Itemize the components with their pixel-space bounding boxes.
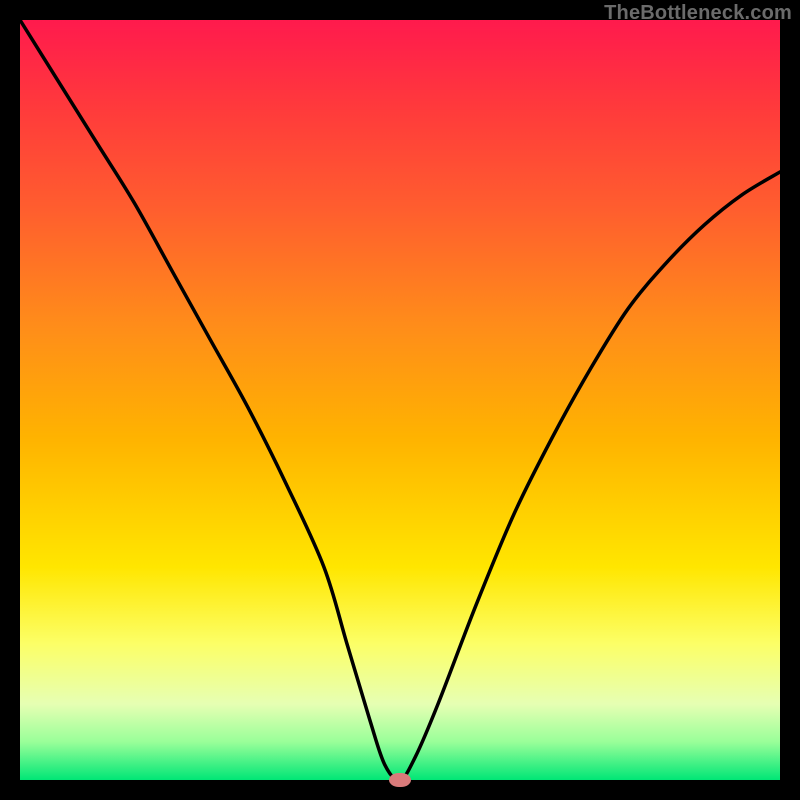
chart-frame: TheBottleneck.com [0, 0, 800, 800]
plot-area [20, 20, 780, 780]
watermark-text: TheBottleneck.com [604, 2, 792, 25]
optimum-marker [389, 773, 411, 787]
bottleneck-curve [20, 20, 780, 780]
